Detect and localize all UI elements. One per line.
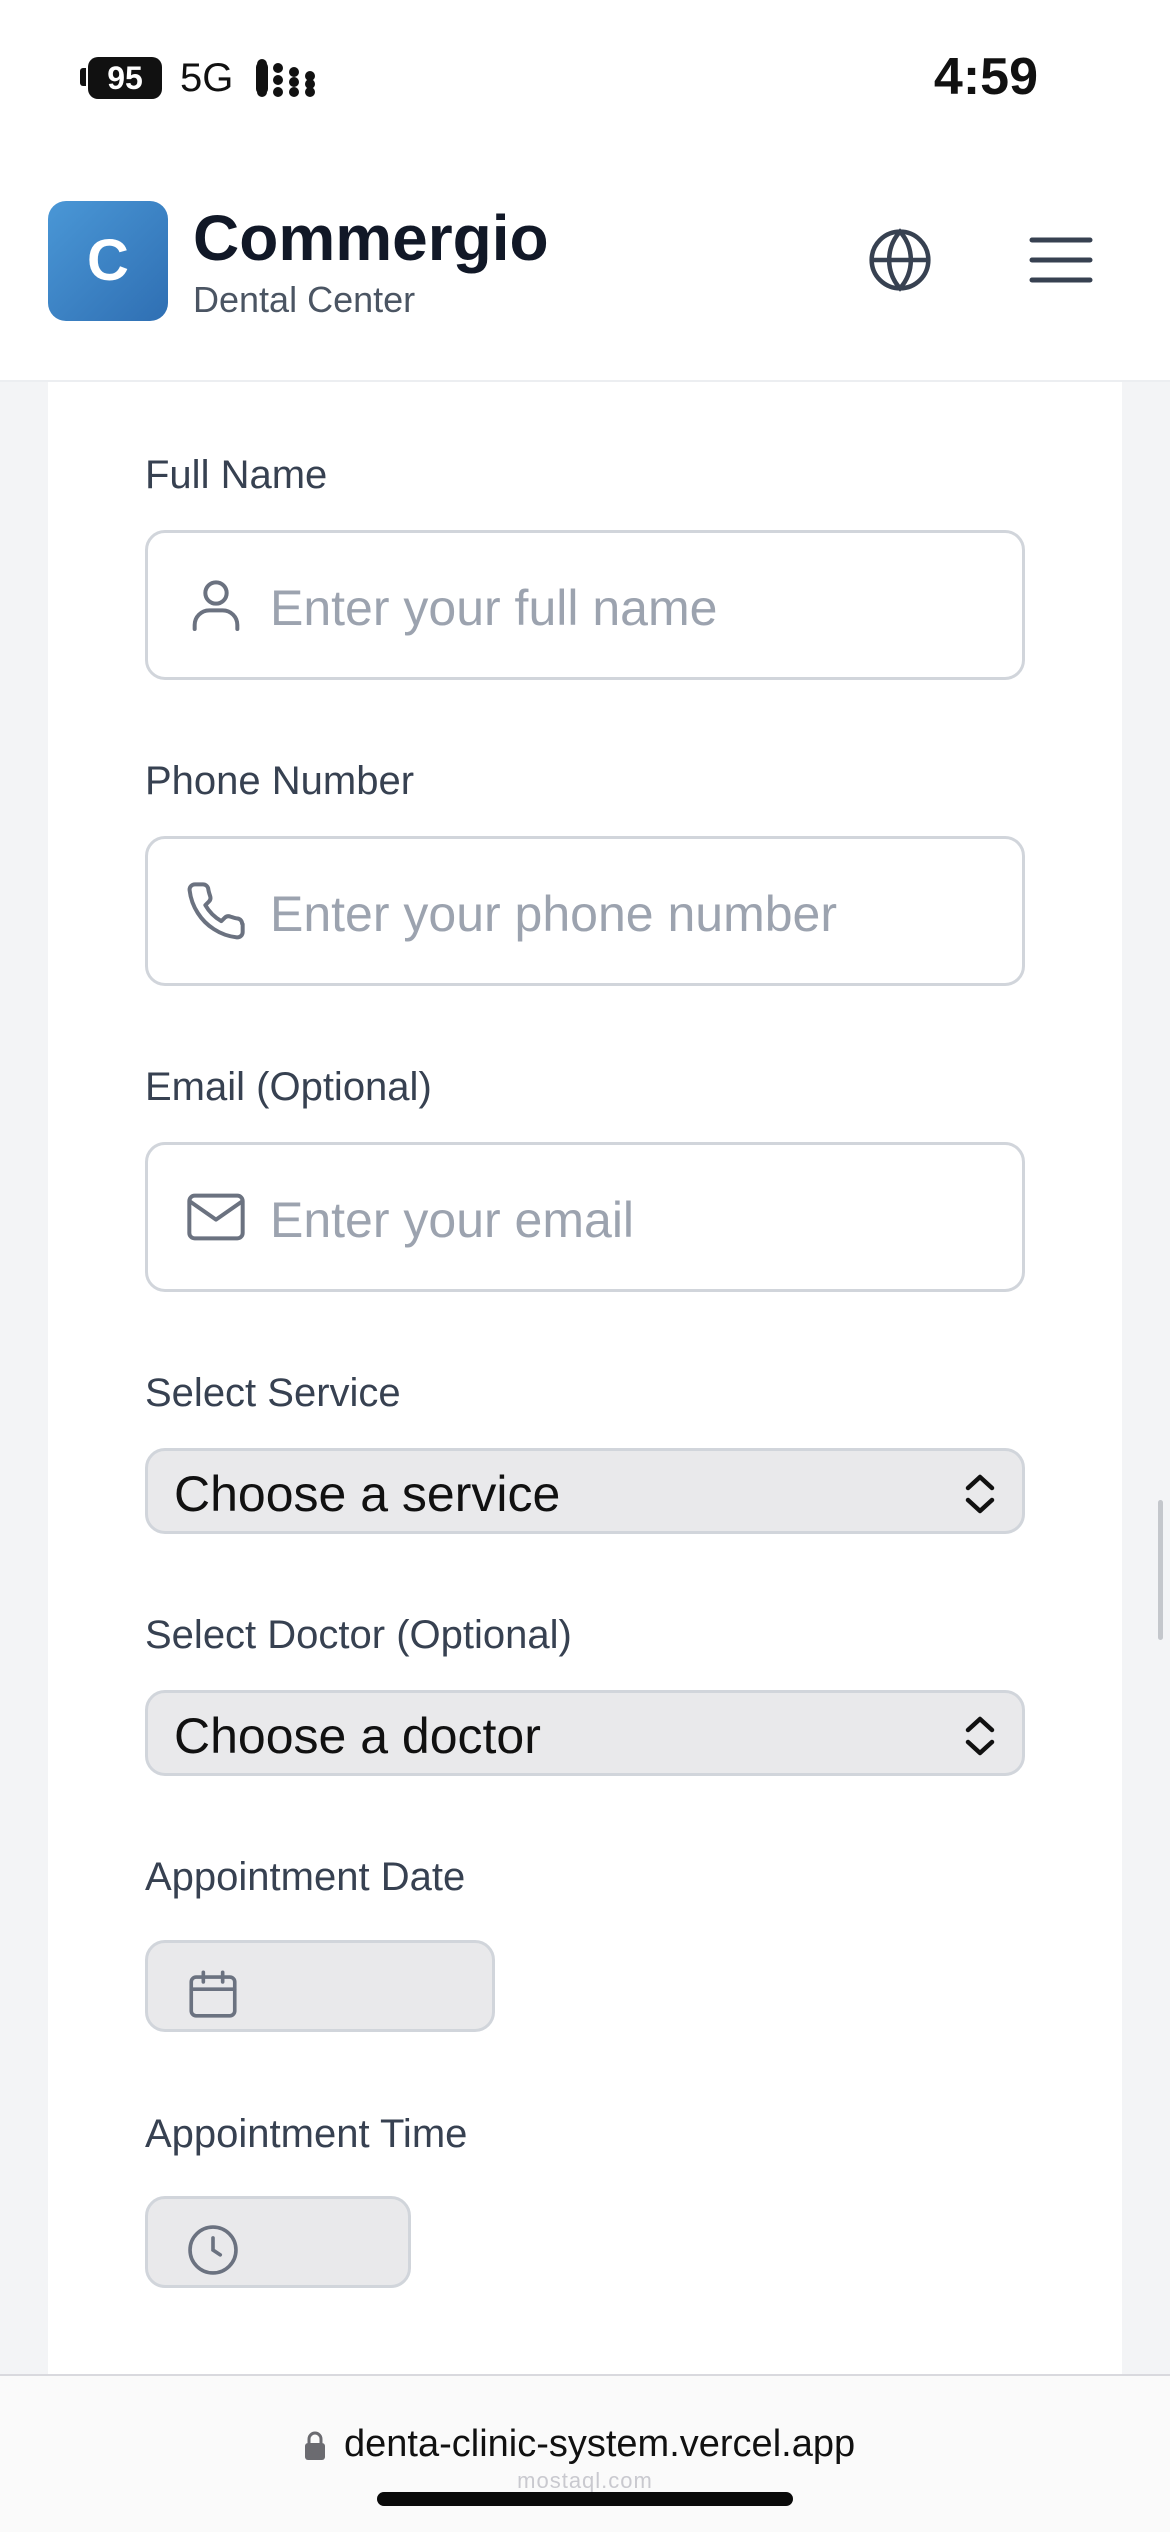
time-input[interactable] [145, 2196, 411, 2288]
hamburger-menu-icon[interactable] [1028, 230, 1094, 290]
browser-url-bar[interactable]: denta-clinic-system.vercel.app mostaql.c… [0, 2374, 1170, 2532]
network-type: 5G [180, 56, 234, 100]
lock-icon [305, 2431, 325, 2460]
full-name-label: Full Name [145, 453, 328, 497]
battery-indicator: 95 [88, 57, 162, 99]
email-input[interactable]: Enter your email [145, 1142, 1025, 1292]
mail-icon [187, 1193, 245, 1241]
email-label: Email (Optional) [145, 1065, 432, 1109]
globe-icon[interactable] [866, 226, 934, 294]
phone-placeholder: Enter your phone number [270, 886, 838, 942]
full-name-input[interactable]: Enter your full name [145, 530, 1025, 680]
watermark-text: mostaql.com [517, 2468, 653, 2493]
service-select[interactable]: Choose a service [145, 1448, 1025, 1534]
phone-input[interactable]: Enter your phone number [145, 836, 1025, 986]
chevron-up-down-icon [965, 1716, 995, 1756]
full-name-placeholder: Enter your full name [270, 580, 718, 636]
date-input[interactable] [145, 1940, 495, 2032]
scrollbar-thumb[interactable] [1158, 1500, 1163, 1640]
phone-icon [187, 882, 245, 940]
user-icon [192, 580, 240, 631]
url-text[interactable]: denta-clinic-system.vercel.app [344, 2420, 855, 2468]
calendar-icon [189, 1970, 237, 2018]
home-indicator[interactable] [377, 2492, 793, 2506]
service-label: Select Service [145, 1371, 401, 1415]
time-label: Appointment Time [145, 2112, 468, 2156]
brand-subtitle: Dental Center [193, 279, 416, 320]
status-time: 4:59 [933, 48, 1038, 106]
site-header: C Commergio Dental Center [0, 150, 1170, 382]
doctor-label: Select Doctor (Optional) [145, 1613, 572, 1657]
phone-label: Phone Number [145, 759, 415, 803]
status-bar: 95 5G 4:59 [0, 0, 1170, 150]
brand-logo[interactable]: C [48, 201, 168, 321]
clock-icon [188, 2225, 238, 2275]
doctor-selected-value: Choose a doctor [174, 1708, 541, 1764]
signal-icon [256, 59, 315, 97]
doctor-select[interactable]: Choose a doctor [145, 1690, 1025, 1776]
date-label: Appointment Date [145, 1855, 466, 1899]
email-placeholder: Enter your email [270, 1192, 635, 1248]
brand-name[interactable]: Commergio [193, 200, 549, 276]
chevron-up-down-icon [965, 1474, 995, 1514]
service-selected-value: Choose a service [174, 1466, 561, 1522]
battery-nub [80, 68, 86, 86]
